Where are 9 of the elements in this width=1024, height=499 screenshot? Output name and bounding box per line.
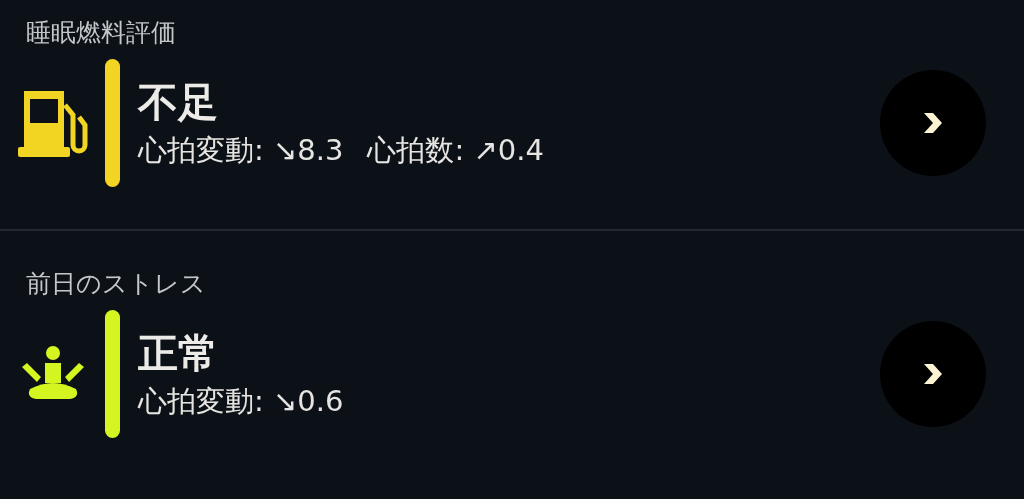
metric-text: 心拍変動: ↘0.6 bbox=[138, 383, 344, 420]
metric-text: 心拍数: ↗0.4 bbox=[367, 132, 544, 169]
chevron-icon bbox=[922, 362, 944, 386]
chevron-icon bbox=[922, 111, 944, 135]
metric-text: 心拍変動: ↘8.3 bbox=[138, 132, 344, 169]
status-label: 不足 bbox=[138, 78, 218, 127]
section-title: 前日のストレス bbox=[26, 268, 206, 300]
status-label: 正常 bbox=[138, 329, 218, 378]
section-title: 睡眠燃料評価 bbox=[26, 17, 176, 49]
